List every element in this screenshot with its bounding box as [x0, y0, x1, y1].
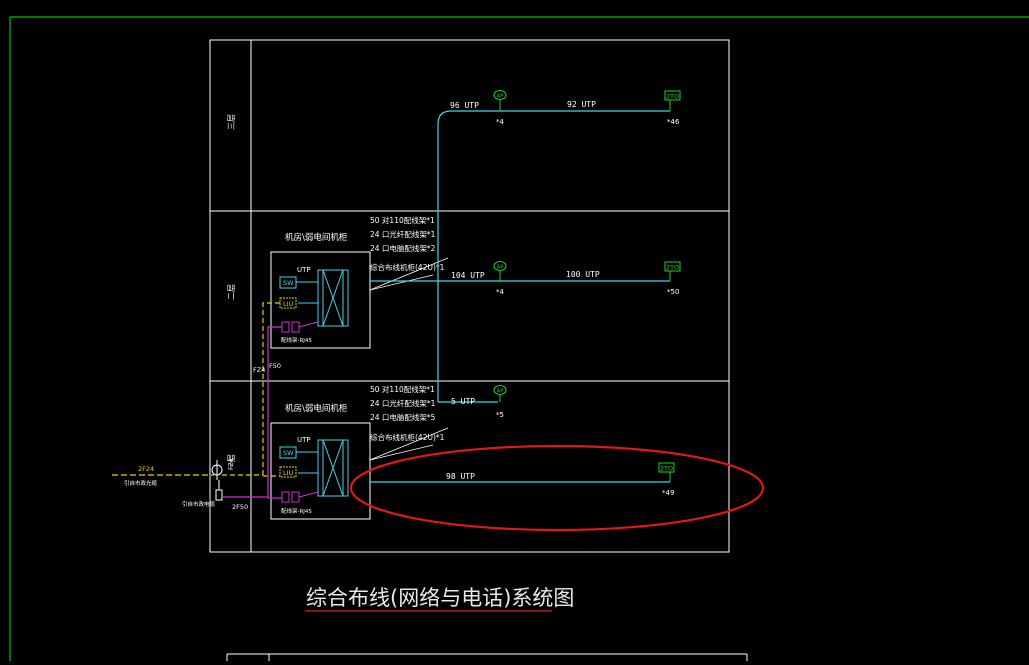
run-f1-main: 98 UTP	[446, 472, 475, 481]
floor-label-middle: 二层	[227, 284, 236, 300]
f3-outlet-count: *46	[667, 118, 680, 126]
lower-table	[226, 653, 748, 661]
incoming-copper-id: 2F50	[232, 503, 248, 511]
cabinet1-spec2: 24 口光纤配线架*1	[370, 398, 436, 408]
diagram-title: 综合布线(网络与电话)系统图	[306, 586, 574, 610]
f2-outlet-count: *50	[667, 288, 679, 296]
outlet-icon: 2TO	[664, 261, 681, 281]
f1-outlet-count: *49	[662, 489, 674, 497]
cad-viewport[interactable]: 三层 二层 一层 机房\弱电间机柜 50 对110配线架*1 24 口光纤配线架…	[0, 0, 1029, 661]
cabinet1-utp-label: UTP	[297, 436, 311, 444]
cabinet2-spec2: 24 口光纤配线架*1	[370, 229, 436, 239]
cabinet2-patch	[281, 321, 290, 333]
cabinet1-patch	[281, 491, 290, 503]
f1-ap-count: *5	[496, 411, 504, 419]
incoming-service: 2F24 引自市政光缆 引自市政电缆 2F50 FZ4	[112, 458, 268, 511]
cabinet1-liu-label: LIU	[283, 469, 294, 477]
drawing-frame	[9, 16, 1029, 661]
run-f1-ap: 5 UTP	[451, 397, 475, 406]
incoming-fiber-label: 引自市政光缆	[124, 479, 158, 487]
run-f2-right: 100 UTP	[566, 270, 600, 279]
cabinet2-patch-label: 配线架-RJ45	[281, 336, 312, 344]
svg-text:2TO: 2TO	[666, 93, 679, 101]
run-f3-right: 92 UTP	[567, 100, 596, 109]
cabinet1-rack: 综合布线机柜(42U)*1	[370, 432, 445, 442]
riser-fiber-label: FZ4	[253, 366, 265, 374]
cabinet2-title: 机房\弱电间机柜	[285, 232, 348, 243]
ap-icon: AP	[493, 90, 507, 111]
cabinet2-utp-label: UTP	[297, 266, 311, 274]
f2-ap-count: *4	[496, 288, 505, 296]
cabinet1-title: 机房\弱电间机柜	[285, 403, 348, 414]
riser-cables: FZ4 F50	[253, 302, 282, 499]
f3-ap-count: *4	[496, 118, 505, 126]
cabinet1-switch-label: SW	[283, 449, 294, 457]
riser-copper-label: F50	[269, 362, 281, 370]
incoming-copper-label: 引自市政电缆	[182, 500, 216, 508]
outlet-icon: 2TO	[658, 462, 675, 482]
run-f3-left: 96 UTP	[450, 101, 479, 110]
run-f2-left: 104 UTP	[451, 271, 485, 280]
horizontal-cabling	[370, 110, 670, 483]
highlight-ellipse	[349, 444, 765, 532]
outlet-icon: 2TO	[664, 90, 681, 111]
svg-text:2TO: 2TO	[666, 264, 679, 272]
cabinet2-spec1: 50 对110配线架*1	[370, 215, 435, 225]
incoming-fiber-count: FZ4	[228, 458, 235, 470]
cabinet1-spec1: 50 对110配线架*1	[370, 384, 435, 394]
floor-label-top: 三层	[227, 114, 236, 130]
ap-icon: AP	[493, 385, 507, 402]
incoming-fiber-id: 2F24	[138, 465, 154, 473]
svg-text:AP: AP	[497, 389, 503, 395]
svg-text:AP: AP	[497, 265, 503, 271]
cabinet2-switch-label: SW	[283, 279, 294, 287]
ap-icon: AP	[493, 261, 507, 281]
copper-entry-symbol	[215, 489, 223, 501]
cabinet2-spec3: 24 口电脑配线架*2	[370, 243, 436, 253]
system-diagram-canvas: 三层 二层 一层 机房\弱电间机柜 50 对110配线架*1 24 口光纤配线架…	[9, 16, 1029, 661]
cabinet2-rack: 综合布线机柜(42U)*1	[370, 262, 445, 272]
svg-text:2TO: 2TO	[660, 465, 673, 473]
cabinet1-patch-label: 配线架-RJ45	[281, 507, 312, 515]
cabinet2-liu-label: LIU	[283, 300, 294, 308]
cabinet1-spec3: 24 口电脑配线架*5	[370, 412, 436, 422]
svg-text:AP: AP	[497, 94, 503, 100]
